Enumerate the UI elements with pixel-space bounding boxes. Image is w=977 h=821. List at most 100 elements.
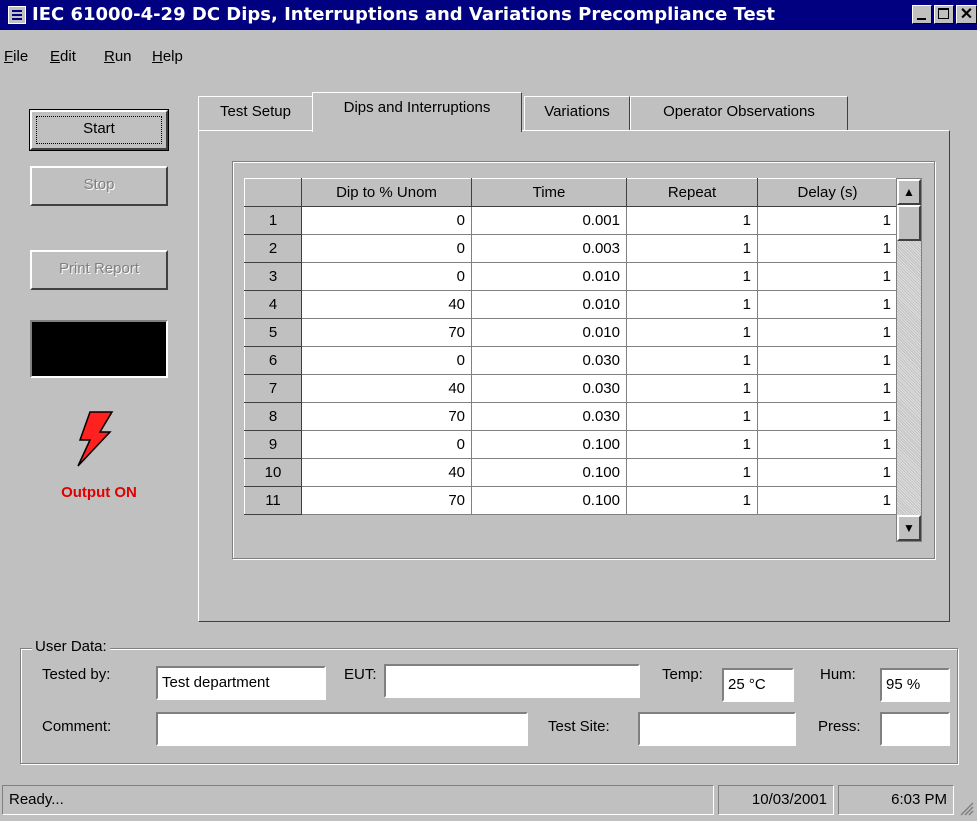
row-header[interactable]: 5 [244, 318, 302, 347]
hum-field[interactable]: 95 % [880, 668, 950, 702]
table-cell[interactable]: 1 [626, 318, 758, 347]
start-button[interactable]: Start [29, 109, 169, 151]
menu-run[interactable]: Run [104, 48, 132, 65]
table-cell[interactable]: 0.100 [471, 430, 627, 459]
table-cell[interactable]: 0.001 [471, 206, 627, 235]
table-cell[interactable]: 40 [301, 290, 472, 319]
column-header-delay[interactable]: Delay (s) [757, 178, 898, 207]
test-site-field[interactable] [638, 712, 796, 746]
table-cell[interactable]: 1 [757, 206, 898, 235]
scroll-up-button[interactable]: ▲ [897, 179, 921, 205]
table-cell[interactable]: 0 [301, 346, 472, 375]
table-cell[interactable]: 0 [301, 262, 472, 291]
column-header-dip[interactable]: Dip to % Unom [301, 178, 472, 207]
comment-field[interactable] [156, 712, 528, 746]
table-cell[interactable]: 40 [301, 458, 472, 487]
table-cell[interactable]: 1 [757, 234, 898, 263]
table-row[interactable]: 4 40 0.010 1 1 [244, 290, 898, 319]
table-cell[interactable]: 70 [301, 318, 472, 347]
row-header[interactable]: 6 [244, 346, 302, 375]
table-cell[interactable]: 1 [757, 486, 898, 515]
row-header[interactable]: 9 [244, 430, 302, 459]
table-cell[interactable]: 0.030 [471, 374, 627, 403]
table-row[interactable]: 7 40 0.030 1 1 [244, 374, 898, 403]
table-cell[interactable]: 1 [626, 486, 758, 515]
table-row[interactable]: 5 70 0.010 1 1 [244, 318, 898, 347]
table-cell[interactable]: 0.003 [471, 234, 627, 263]
scroll-thumb[interactable] [897, 205, 921, 241]
press-field[interactable] [880, 712, 950, 746]
hum-label: Hum: [820, 666, 856, 683]
table-cell[interactable]: 0.010 [471, 262, 627, 291]
table-cell[interactable]: 1 [626, 402, 758, 431]
table-cell[interactable]: 1 [626, 206, 758, 235]
table-row[interactable]: 11 70 0.100 1 1 [244, 486, 898, 515]
tab-dips-and-interruptions[interactable]: Dips and Interruptions [312, 92, 522, 132]
row-header[interactable]: 11 [244, 486, 302, 515]
menu-file[interactable]: File [4, 48, 28, 65]
menu-edit[interactable]: Edit [50, 48, 76, 65]
print-report-button[interactable]: Print Report [30, 250, 168, 290]
table-cell[interactable]: 1 [626, 234, 758, 263]
stop-button[interactable]: Stop [30, 166, 168, 206]
row-header[interactable]: 1 [244, 206, 302, 235]
corner-header[interactable] [244, 178, 302, 207]
row-header[interactable]: 10 [244, 458, 302, 487]
row-header[interactable]: 3 [244, 262, 302, 291]
table-cell[interactable]: 1 [626, 430, 758, 459]
table-cell[interactable]: 70 [301, 486, 472, 515]
table-cell[interactable]: 0.100 [471, 458, 627, 487]
minimize-button[interactable] [912, 5, 932, 24]
tested-by-field[interactable]: Test department [156, 666, 326, 700]
table-cell[interactable]: 0.010 [471, 290, 627, 319]
row-header[interactable]: 7 [244, 374, 302, 403]
table-cell[interactable]: 0.010 [471, 318, 627, 347]
table-row[interactable]: 8 70 0.030 1 1 [244, 402, 898, 431]
table-cell[interactable]: 0 [301, 430, 472, 459]
tab-test-setup[interactable]: Test Setup [198, 96, 313, 130]
table-cell[interactable]: 0 [301, 206, 472, 235]
table-cell[interactable]: 0 [301, 234, 472, 263]
table-row[interactable]: 6 0 0.030 1 1 [244, 346, 898, 375]
table-cell[interactable]: 1 [757, 318, 898, 347]
table-cell[interactable]: 0.030 [471, 402, 627, 431]
table-cell[interactable]: 1 [626, 374, 758, 403]
row-header[interactable]: 2 [244, 234, 302, 263]
grid-scrollbar[interactable]: ▲ ▼ [896, 178, 922, 542]
table-row[interactable]: 10 40 0.100 1 1 [244, 458, 898, 487]
eut-field[interactable] [384, 664, 640, 698]
column-header-time[interactable]: Time [471, 178, 627, 207]
table-cell[interactable]: 1 [626, 458, 758, 487]
table-cell[interactable]: 1 [757, 290, 898, 319]
menu-help[interactable]: Help [152, 48, 183, 65]
table-cell[interactable]: 1 [626, 290, 758, 319]
resize-grip-icon[interactable] [958, 800, 974, 816]
table-cell[interactable]: 0.100 [471, 486, 627, 515]
tab-variations[interactable]: Variations [524, 96, 630, 130]
table-cell[interactable]: 1 [757, 458, 898, 487]
column-header-repeat[interactable]: Repeat [626, 178, 758, 207]
table-cell[interactable]: 70 [301, 402, 472, 431]
table-cell[interactable]: 0.030 [471, 346, 627, 375]
row-header[interactable]: 4 [244, 290, 302, 319]
table-cell[interactable]: 1 [626, 262, 758, 291]
tab-operator-observations[interactable]: Operator Observations [630, 96, 848, 130]
table-row[interactable]: 1 0 0.001 1 1 [244, 206, 898, 235]
scroll-down-button[interactable]: ▼ [897, 515, 921, 541]
table-row[interactable]: 2 0 0.003 1 1 [244, 234, 898, 263]
table-cell[interactable]: 1 [626, 346, 758, 375]
close-button[interactable]: ✕ [956, 5, 977, 24]
comment-label: Comment: [42, 718, 112, 735]
temp-field[interactable]: 25 °C [722, 668, 794, 702]
table-cell[interactable]: 1 [757, 346, 898, 375]
table-cell[interactable]: 1 [757, 430, 898, 459]
table-cell[interactable]: 1 [757, 402, 898, 431]
row-header[interactable]: 8 [244, 402, 302, 431]
table-cell[interactable]: 40 [301, 374, 472, 403]
table-row[interactable]: 9 0 0.100 1 1 [244, 430, 898, 459]
table-cell[interactable]: 1 [757, 374, 898, 403]
app-icon[interactable] [8, 6, 26, 24]
maximize-button[interactable] [934, 5, 954, 24]
table-cell[interactable]: 1 [757, 262, 898, 291]
table-row[interactable]: 3 0 0.010 1 1 [244, 262, 898, 291]
